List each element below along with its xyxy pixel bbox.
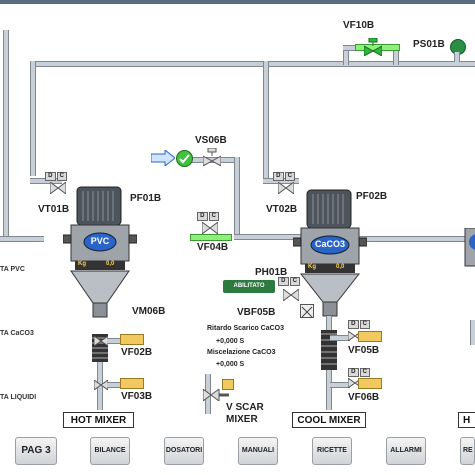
vs06b-valve[interactable]	[203, 148, 221, 166]
cool-mixer-box[interactable]: COOL MIXER	[292, 412, 366, 428]
pipe	[3, 30, 9, 240]
ps01b-label: PS01B	[413, 39, 445, 50]
vm06b-label: VM06B	[132, 306, 166, 317]
abilitato-badge[interactable]: ABILITATO	[223, 280, 275, 293]
vbf05b-valve[interactable]	[283, 289, 299, 301]
vf06b-label: VF06B	[348, 392, 380, 403]
hopper-pvc[interactable]: PVC Kg 0,0	[62, 185, 138, 325]
vf04b-valve[interactable]	[202, 222, 218, 234]
partial-mixer-box[interactable]: H	[458, 412, 475, 428]
vf05b-status: DC	[348, 320, 370, 329]
hopper-pvc-weight: 0,0	[106, 261, 115, 267]
vs06b-label: VS06B	[195, 135, 227, 146]
vf02b-flag	[120, 334, 144, 345]
active-pipe	[190, 234, 232, 241]
vt01b-status: DC	[45, 172, 67, 181]
pipe	[234, 157, 240, 237]
ritardo-label: Ritardo Scarico CaCO3	[207, 325, 285, 332]
ritardo-value[interactable]: +0,000 S	[216, 338, 244, 345]
check-icon	[176, 150, 193, 167]
nav-bilance-button[interactable]: BILANCE	[90, 437, 130, 465]
vf03b-flag	[120, 378, 144, 389]
ph01b-status: DC	[278, 277, 300, 286]
vbf05b-label: VBF05B	[237, 307, 276, 318]
top-bar	[0, 0, 475, 4]
vf06b-flag	[358, 378, 382, 389]
hopper-pvc-kg: Kg	[78, 261, 86, 267]
nav-partial-button[interactable]: RE	[460, 437, 475, 465]
pipe	[330, 382, 350, 388]
vf04b-label: VF04B	[197, 242, 229, 253]
hot-mixer-box[interactable]: HOT MIXER	[63, 412, 134, 428]
nav-pag3-button[interactable]: PAG 3	[15, 437, 57, 465]
side-label-pvc: TA PVC	[0, 266, 25, 273]
pipe	[0, 236, 44, 242]
vf10b-label: VF10B	[343, 20, 375, 31]
pipe	[350, 236, 475, 242]
misc-label: Miscelazione CaCO3	[207, 349, 276, 356]
hopper-caco3-label: CaCO3	[314, 239, 345, 249]
mixer-label: MIXER	[226, 414, 258, 425]
side-label-caco3: TA CaCO3	[0, 330, 34, 337]
vf05b-flag	[358, 331, 382, 342]
side-label-liquidi: TA LIQUIDI	[0, 394, 37, 401]
pipe	[30, 61, 36, 176]
vf06b-status: DC	[348, 368, 370, 377]
pipe	[30, 61, 475, 67]
hopper-caco3-weight: 0,0	[336, 264, 345, 270]
nav-allarmi-button[interactable]: ALLARMI	[386, 437, 426, 465]
pipe	[330, 335, 350, 341]
vt02b-valve[interactable]	[278, 182, 294, 194]
hopper-caco3-kg: Kg	[308, 264, 316, 270]
nav-manuali-button[interactable]: MANUALI	[238, 437, 278, 465]
vf02b-label: VF02B	[121, 347, 153, 358]
pipe	[470, 320, 475, 345]
vt02b-status: DC	[273, 172, 295, 181]
vscar-valve[interactable]	[203, 389, 229, 401]
pipe	[454, 52, 460, 62]
misc-value[interactable]: +0,000 S	[216, 361, 244, 368]
hopper-partial	[463, 227, 475, 268]
nav-dosatori-button[interactable]: DOSATORI	[164, 437, 204, 465]
vscar-label: V SCAR	[226, 402, 264, 413]
vf04b-status: DC	[197, 212, 219, 221]
vf05b-label: VF05B	[348, 345, 380, 356]
pipe	[263, 61, 269, 181]
nav-ricette-button[interactable]: RICETTE	[312, 437, 352, 465]
vf10b-valve[interactable]	[364, 38, 382, 56]
vbf05b-actuator	[300, 304, 314, 318]
vf03b-label: VF03B	[121, 391, 153, 402]
arrow-right-icon	[150, 148, 176, 171]
hopper-pvc-label: PVC	[90, 236, 110, 246]
